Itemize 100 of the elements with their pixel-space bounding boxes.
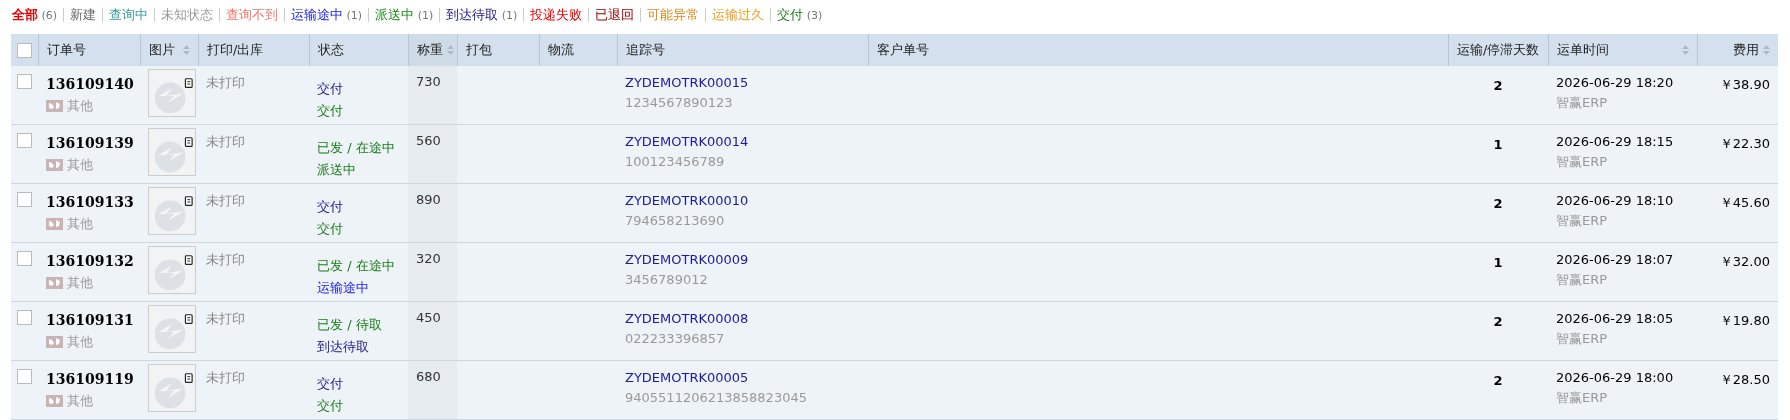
map-icon: [46, 395, 63, 407]
tracking-number[interactable]: ZYDEMOTRK00010: [625, 192, 860, 210]
filter-tab[interactable]: 已退回: [595, 6, 635, 24]
days-value: 2: [1493, 373, 1503, 390]
tracking-number[interactable]: ZYDEMOTRK00008: [625, 310, 860, 328]
source-label: 其他: [67, 97, 93, 115]
tracking-number[interactable]: ZYDEMOTRK00005: [625, 369, 860, 387]
source-label: 其他: [67, 215, 93, 233]
tracking-subnumber: 794658213690: [625, 212, 726, 230]
fee-value: ￥38.90: [1719, 76, 1770, 94]
weight-value: 560: [416, 133, 441, 148]
waybill-time: 2026-06-29 18:07: [1556, 251, 1675, 269]
tracking-subnumber: 022233396857: [625, 330, 726, 348]
order-number: 136109119: [46, 370, 132, 389]
sort-icon[interactable]: [1763, 45, 1770, 55]
status-text: 已发 / 待取: [317, 316, 383, 334]
source-label: 其他: [67, 392, 93, 410]
tracking-subnumber: 100123456789: [625, 153, 726, 171]
print-status: 未打印: [206, 311, 245, 326]
column-header[interactable]: 运输/停滞天数: [1457, 41, 1540, 59]
map-icon: [46, 336, 63, 348]
filter-tab[interactable]: 查询中: [109, 6, 149, 24]
row-checkbox[interactable]: [17, 133, 32, 148]
row-checkbox[interactable]: [17, 369, 32, 384]
row-checkbox[interactable]: [17, 251, 32, 266]
tracking-number[interactable]: ZYDEMOTRK00014: [625, 133, 860, 151]
row-checkbox[interactable]: [17, 74, 32, 89]
tracking-subnumber: 1234567890123: [625, 94, 734, 112]
order-number: 136109133: [46, 193, 132, 212]
map-icon: [46, 159, 63, 171]
column-header[interactable]: 费用: [1706, 41, 1770, 59]
tracking-number[interactable]: ZYDEMOTRK00009: [625, 251, 860, 269]
days-value: 2: [1493, 314, 1503, 331]
map-icon: [46, 277, 63, 289]
filter-tab[interactable]: 派送中 (1): [375, 6, 434, 24]
source-system: 智赢ERP: [1556, 389, 1609, 407]
source-label: 其他: [67, 274, 93, 292]
sort-icon[interactable]: [183, 45, 190, 55]
source-label: 其他: [67, 156, 93, 174]
status-text: 运输途中: [317, 279, 370, 297]
map-icon: [46, 218, 63, 230]
order-number: 136109131: [46, 311, 132, 330]
column-header[interactable]: 图片: [149, 41, 190, 59]
source-system: 智赢ERP: [1556, 271, 1609, 289]
tracking-subnumber: 3456789012: [625, 271, 709, 289]
filter-tab[interactable]: 交付 (3): [777, 6, 823, 24]
sort-icon[interactable]: [1682, 45, 1689, 55]
column-header[interactable]: 客户单号: [877, 41, 1440, 59]
waybill-time: 2026-06-29 18:10: [1556, 192, 1675, 210]
weight-value: 680: [416, 369, 441, 384]
source-system: 智赢ERP: [1556, 330, 1609, 348]
fee-value: ￥45.60: [1719, 194, 1770, 212]
column-header[interactable]: 打印/出库: [207, 41, 301, 59]
filter-tab[interactable]: 全部 (6): [12, 6, 58, 24]
filter-tab[interactable]: 运输途中 (1): [291, 6, 363, 24]
status-text: 已发 / 在途中: [317, 257, 396, 275]
source-label: 其他: [67, 333, 93, 351]
column-header[interactable]: 状态: [318, 41, 400, 59]
print-status: 未打印: [206, 370, 245, 385]
fee-value: ￥32.00: [1719, 253, 1770, 271]
weight-value: 450: [416, 310, 441, 325]
filter-tab[interactable]: 投递失败: [530, 6, 583, 24]
filter-tab[interactable]: 到达待取 (1): [446, 6, 518, 24]
column-header[interactable]: 运单时间: [1557, 41, 1689, 59]
print-status: 未打印: [206, 193, 245, 208]
status-text: 派送中: [317, 161, 357, 179]
status-text: 交付: [317, 375, 344, 393]
weight-value: 730: [416, 74, 441, 89]
status-text: 交付: [317, 397, 344, 415]
status-text: 交付: [317, 80, 344, 98]
waybill-time: 2026-06-29 18:00: [1556, 369, 1675, 387]
status-text: 交付: [317, 198, 344, 216]
weight-value: 890: [416, 192, 441, 207]
print-status: 未打印: [206, 252, 245, 267]
status-text: 交付: [317, 220, 344, 238]
days-value: 1: [1493, 255, 1503, 272]
map-icon: [46, 100, 63, 112]
filter-tab[interactable]: 新建: [70, 6, 97, 24]
column-header[interactable]: 订单号: [47, 41, 132, 59]
row-checkbox[interactable]: [17, 192, 32, 207]
sort-icon[interactable]: [447, 45, 454, 55]
fee-value: ￥19.80: [1719, 312, 1770, 330]
source-system: 智赢ERP: [1556, 94, 1609, 112]
source-system: 智赢ERP: [1556, 153, 1609, 171]
status-text: 到达待取: [317, 338, 370, 356]
select-all-checkbox[interactable]: [17, 42, 32, 58]
status-text: 交付: [317, 102, 344, 120]
waybill-time: 2026-06-29 18:05: [1556, 310, 1675, 328]
order-number: 136109139: [46, 134, 132, 153]
column-header[interactable]: 追踪号: [626, 41, 860, 59]
status-text: 已发 / 在途中: [317, 139, 396, 157]
weight-value: 320: [416, 251, 441, 266]
row-checkbox[interactable]: [17, 310, 32, 325]
column-header[interactable]: 打包: [466, 41, 531, 59]
column-header[interactable]: 物流: [548, 41, 609, 59]
waybill-time: 2026-06-29 18:20: [1556, 74, 1675, 92]
days-value: 2: [1493, 78, 1503, 95]
days-value: 2: [1493, 196, 1503, 213]
source-system: 智赢ERP: [1556, 212, 1609, 230]
tracking-number[interactable]: ZYDEMOTRK00015: [625, 74, 860, 92]
